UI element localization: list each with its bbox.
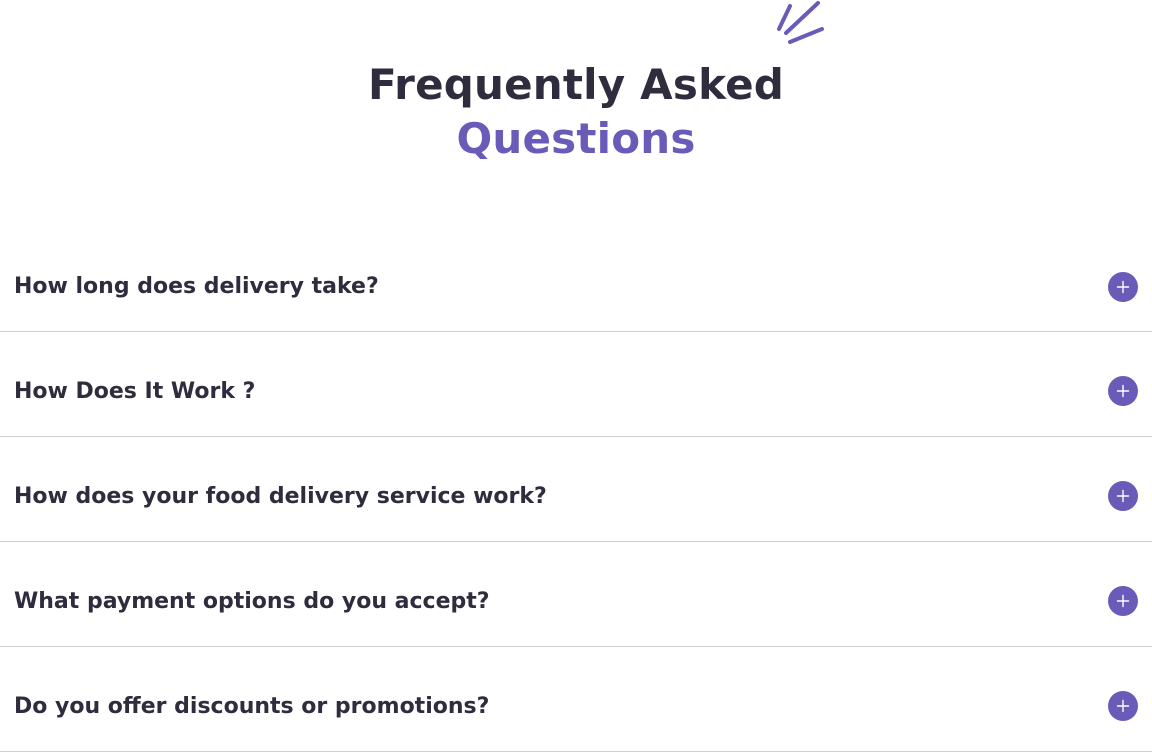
faq-page: Frequently Asked Questions How long does…: [0, 0, 1152, 752]
faq-item[interactable]: How does your food delivery service work…: [0, 437, 1152, 542]
faq-item[interactable]: What payment options do you accept?: [0, 542, 1152, 647]
expand-button[interactable]: [1108, 586, 1138, 616]
faq-list: How long does delivery take? How Does It…: [0, 228, 1152, 752]
faq-question: What payment options do you accept?: [14, 588, 490, 614]
faq-item[interactable]: Do you offer discounts or promotions?: [0, 647, 1152, 752]
expand-button[interactable]: [1108, 691, 1138, 721]
expand-button[interactable]: [1108, 376, 1138, 406]
plus-icon: [1116, 489, 1130, 503]
faq-question: How long does delivery take?: [14, 274, 379, 299]
plus-icon: [1116, 280, 1130, 293]
faq-question: How does your food delivery service work…: [14, 483, 547, 509]
expand-button[interactable]: [1108, 481, 1138, 511]
faq-question: How Does It Work ?: [14, 378, 256, 404]
faq-question: Do you offer discounts or promotions?: [14, 693, 490, 719]
page-title-line2: Questions: [456, 114, 696, 163]
plus-icon: [1116, 594, 1130, 608]
expand-button[interactable]: [1108, 271, 1138, 302]
plus-icon: [1116, 699, 1130, 713]
sparkle-lines-icon: [777, 1, 824, 44]
faq-item[interactable]: How long does delivery take?: [0, 228, 1152, 332]
plus-icon: [1116, 384, 1130, 398]
page-title-line1: Frequently Asked: [367, 60, 785, 109]
faq-item[interactable]: How Does It Work ?: [0, 332, 1152, 437]
page-title: Frequently Asked Questions: [0, 58, 1152, 166]
